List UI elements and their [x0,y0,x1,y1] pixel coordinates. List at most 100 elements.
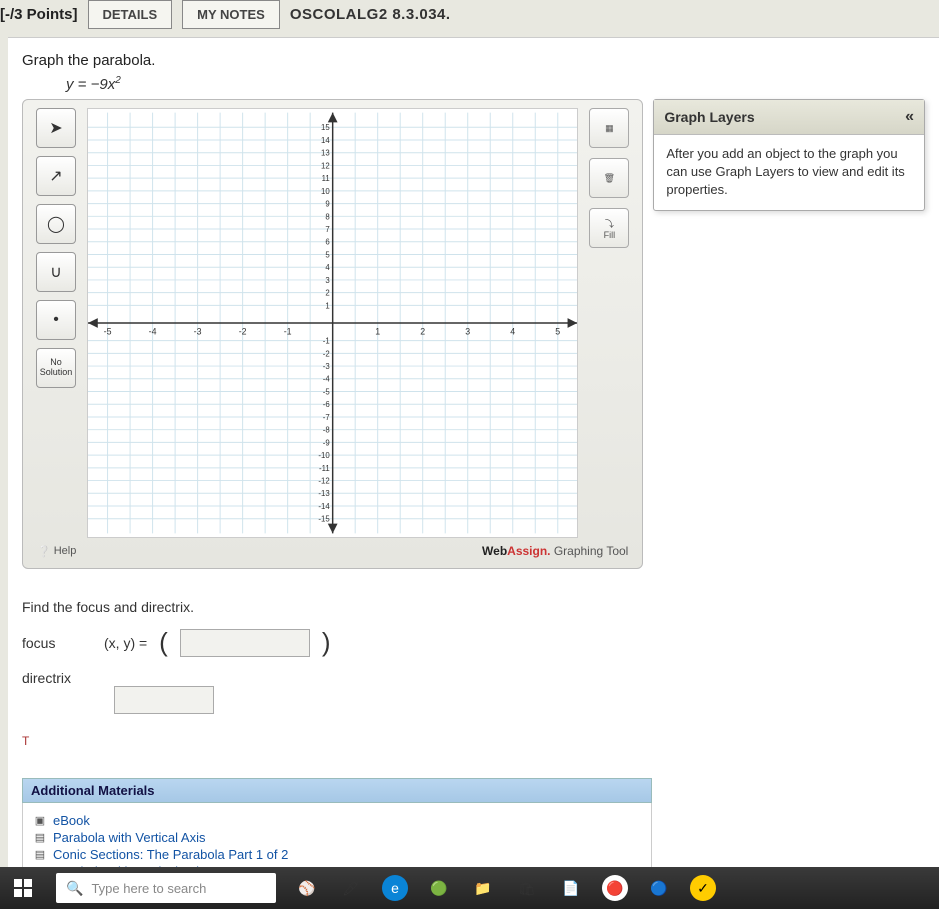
svg-text:-4: -4 [323,375,331,384]
svg-text:12: 12 [321,161,330,170]
focus-label: focus [22,635,92,651]
svg-text:-5: -5 [104,327,112,337]
graphing-widget: ➤ ↗ ◯ ∪ • No Solution [22,99,643,569]
svg-text:14: 14 [321,136,330,145]
svg-text:-7: -7 [323,413,330,422]
collapse-layers-button[interactable]: « [905,108,914,126]
graph-canvas[interactable]: -5-4-3-2-1 12345 151413121110987654321 -… [87,108,578,538]
svg-text:6: 6 [325,238,329,247]
help-icon: ❔ [37,545,51,558]
svg-text:-13: -13 [318,489,329,498]
svg-text:2: 2 [420,327,425,337]
focus-input[interactable] [180,629,310,657]
svg-text:-11: -11 [319,464,330,473]
tool-column: ➤ ↗ ◯ ∪ • No Solution [31,108,81,538]
focus-directrix-prompt: Find the focus and directrix. [22,599,925,615]
svg-text:-3: -3 [323,362,330,371]
taskbar-app-8[interactable]: 🔴 [602,875,628,901]
svg-text:-14: -14 [318,502,330,511]
svg-text:-9: -9 [323,438,330,447]
svg-text:-12: -12 [318,477,329,486]
right-paren: ) [322,627,331,658]
pointer-tool[interactable]: ➤ [36,108,76,148]
graph-layers-title: Graph Layers [664,109,754,125]
action-column: ▦ 🗑 ⤵ Fill [584,108,634,538]
circle-icon: ◯ [47,214,65,234]
equation-lhs: y [66,76,74,93]
brand-web: Web [482,544,507,558]
doc-icon: ▤ [33,831,47,845]
svg-text:-5: -5 [323,387,331,396]
parabola-icon: ∪ [50,262,62,282]
no-solution-tool[interactable]: No Solution [36,348,76,388]
brand-tail: Graphing Tool [551,544,629,558]
webassign-brand: WebAssign. Graphing Tool [482,544,628,558]
svg-text:-10: -10 [318,451,330,460]
graph-layers-panel: Graph Layers « After you add an object t… [653,99,925,211]
material-link-2[interactable]: ▤Conic Sections: The Parabola Part 1 of … [33,847,641,862]
parabola-tool[interactable]: ∪ [36,252,76,292]
taskbar-app-9[interactable]: 🔵 [646,875,672,901]
svg-text:1: 1 [325,301,329,310]
focus-expression: (x, y) = [104,635,147,651]
taskbar-app-3[interactable]: e [382,875,408,901]
equation-exponent: 2 [115,75,121,86]
taskbar-app-1[interactable]: ⚾ [294,875,320,901]
left-paren: ( [159,627,168,658]
svg-text:8: 8 [325,212,329,221]
svg-text:15: 15 [321,123,330,132]
assignment-code: OSCOLALG2 8.3.034. [290,6,451,23]
svg-text:-1: -1 [323,337,330,346]
clear-icon: ▦ [605,123,614,134]
point-icon: • [53,311,59,329]
taskbar-search[interactable]: 🔍 Type here to search [56,873,276,903]
svg-text:-15: -15 [318,515,330,524]
question-body: Graph the parabola. y = −9x2 ➤ ↗ ◯ ∪ • N… [8,37,939,890]
svg-text:4: 4 [510,327,515,337]
taskbar-app-2[interactable]: 🖊 [338,875,364,901]
fill-button[interactable]: ⤵ Fill [589,208,629,248]
tutorial-marker: T [22,734,925,748]
svg-text:-1: -1 [284,327,292,337]
directrix-input[interactable] [114,686,214,714]
svg-text:2: 2 [325,289,329,298]
windows-taskbar: 🔍 Type here to search ⚾ 🖊 e 🟢 📁 🛍 📄 🔴 🔵 … [0,867,939,909]
svg-text:-6: -6 [323,400,330,409]
taskbar-app-10[interactable]: ✓ [690,875,716,901]
line-icon: ↗ [49,166,62,186]
point-tool[interactable]: • [36,300,76,340]
my-notes-button[interactable]: MY NOTES [182,0,280,29]
pointer-icon: ➤ [49,118,62,138]
windows-icon [14,879,32,897]
graph-layers-body: After you add an object to the graph you… [654,135,924,210]
svg-text:3: 3 [325,276,329,285]
points-label: [-/3 Points] [0,6,78,23]
question-header: [-/3 Points] DETAILS MY NOTES OSCOLALG2 … [0,0,939,37]
svg-text:11: 11 [322,174,330,183]
line-tool[interactable]: ↗ [36,156,76,196]
taskbar-app-6[interactable]: 🛍 [514,875,540,901]
clear-button[interactable]: ▦ [589,108,629,148]
svg-text:5: 5 [555,327,560,337]
svg-text:-4: -4 [149,327,157,337]
doc-icon: ▤ [33,848,47,862]
taskbar-app-4[interactable]: 🟢 [426,875,452,901]
details-button[interactable]: DETAILS [88,0,173,29]
grid-svg: -5-4-3-2-1 12345 151413121110987654321 -… [88,109,577,537]
taskbar-app-5[interactable]: 📁 [470,875,496,901]
fill-label: Fill [604,230,616,240]
help-link[interactable]: ❔ Help [37,545,76,558]
ebook-link[interactable]: ▣eBook [33,813,641,828]
circle-tool[interactable]: ◯ [36,204,76,244]
brand-assign: Assign. [507,544,550,558]
svg-text:5: 5 [325,250,330,259]
start-button[interactable] [8,873,38,903]
trash-icon: 🗑 [604,173,615,184]
svg-text:3: 3 [465,327,470,337]
material-link-1[interactable]: ▤Parabola with Vertical Axis [33,830,641,845]
additional-materials-header: Additional Materials [22,778,652,803]
taskbar-app-7[interactable]: 📄 [558,875,584,901]
svg-text:-8: -8 [323,426,330,435]
delete-button[interactable]: 🗑 [589,158,629,198]
search-placeholder: Type here to search [91,881,206,896]
